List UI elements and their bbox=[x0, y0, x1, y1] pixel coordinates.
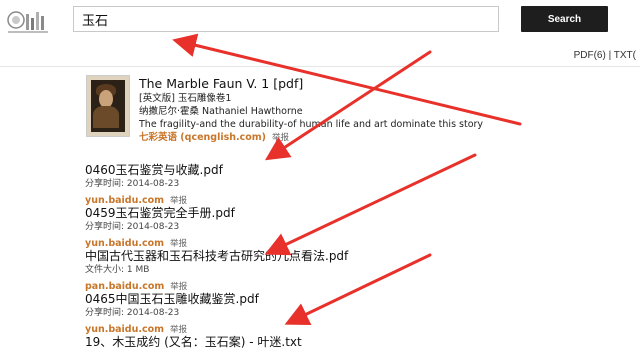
result-title[interactable]: 0465中国玉石玉雕收藏鉴赏.pdf bbox=[85, 291, 348, 307]
divider bbox=[0, 66, 640, 67]
book-author: 纳撒尼尔·霍桑 Nathaniel Hawthorne bbox=[139, 106, 303, 117]
result-source-row: yun.baidu.com 举报 bbox=[85, 191, 348, 206]
result-item: 0465中国玉石玉雕收藏鉴赏.pdf 分享时间: 2014-08-23 yun.… bbox=[85, 291, 348, 335]
result-item: 0459玉石鉴赏完全手册.pdf 分享时间: 2014-08-23 yun.ba… bbox=[85, 205, 348, 249]
site-logo-icon[interactable] bbox=[6, 6, 52, 36]
result-source-row: pan.baidu.com 举报 bbox=[85, 277, 348, 292]
result-item: 19、木玉成约 (又名：玉石案) - 叶迷.txt bbox=[85, 334, 348, 350]
result-meta: 文件大小: 1 MB bbox=[85, 265, 150, 275]
book-description: The fragility-and the durability-of huma… bbox=[139, 119, 484, 130]
filter-txt[interactable]: TXT( bbox=[614, 50, 636, 61]
book-result: The Marble Faun V. 1 [pdf] [英文版] 玉石雕像卷1 … bbox=[139, 75, 483, 144]
result-title[interactable]: 0459玉石鉴赏完全手册.pdf bbox=[85, 205, 348, 221]
search-button[interactable]: Search bbox=[521, 6, 608, 32]
result-source-row: yun.baidu.com 举报 bbox=[85, 320, 348, 335]
book-title[interactable]: The Marble Faun V. 1 [pdf] bbox=[139, 75, 483, 92]
book-source-link[interactable]: 七彩英语 (qcenglish.com) bbox=[139, 132, 266, 143]
result-item: 中国古代玉器和玉石科技考古研究的几点看法.pdf 文件大小: 1 MB pan.… bbox=[85, 248, 348, 292]
report-link[interactable]: 举报 bbox=[272, 133, 289, 143]
format-filter-links: PDF(6) | TXT( bbox=[574, 50, 636, 61]
result-meta: 分享时间: 2014-08-23 bbox=[85, 222, 180, 232]
result-meta: 分享时间: 2014-08-23 bbox=[85, 308, 180, 318]
result-source-row: yun.baidu.com 举报 bbox=[85, 234, 348, 249]
result-title[interactable]: 19、木玉成约 (又名：玉石案) - 叶迷.txt bbox=[85, 334, 348, 350]
book-cover-image[interactable] bbox=[86, 75, 130, 137]
filter-separator: | bbox=[605, 50, 614, 61]
result-meta: 分享时间: 2014-08-23 bbox=[85, 179, 180, 189]
result-title[interactable]: 0460玉石鉴赏与收藏.pdf bbox=[85, 162, 348, 178]
search-input[interactable] bbox=[73, 6, 499, 32]
result-title[interactable]: 中国古代玉器和玉石科技考古研究的几点看法.pdf bbox=[85, 248, 348, 264]
results-list: 0460玉石鉴赏与收藏.pdf 分享时间: 2014-08-23 yun.bai… bbox=[85, 162, 348, 350]
filter-pdf[interactable]: PDF(6) bbox=[574, 50, 606, 61]
book-subtitle: [英文版] 玉石雕像卷1 bbox=[139, 93, 232, 104]
book-source-row: 七彩英语 (qcenglish.com) 举报 bbox=[139, 131, 483, 144]
result-item: 0460玉石鉴赏与收藏.pdf 分享时间: 2014-08-23 yun.bai… bbox=[85, 162, 348, 206]
